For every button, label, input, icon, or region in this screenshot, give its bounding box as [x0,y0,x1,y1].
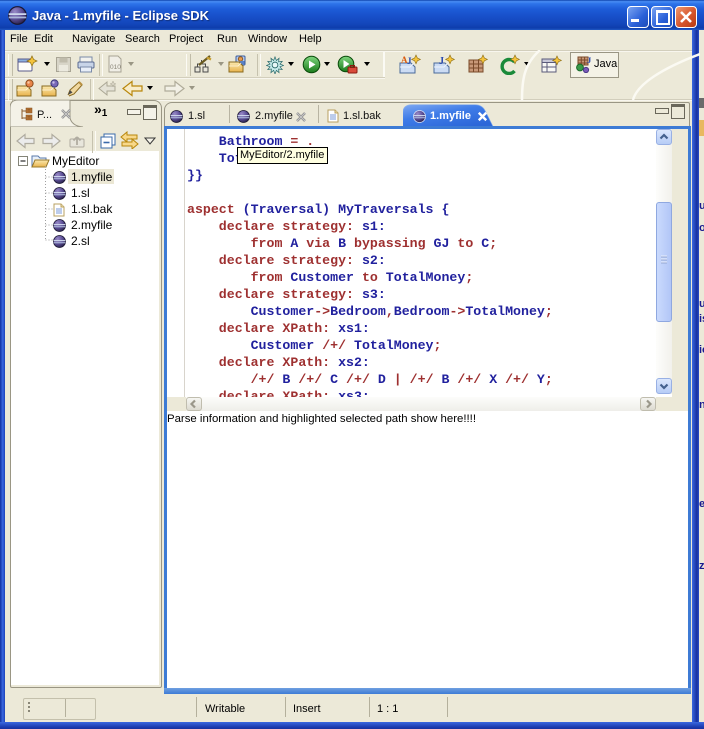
svg-text:J: J [587,55,592,65]
svg-text:010: 010 [110,64,121,71]
svg-text:J: J [407,56,412,66]
svg-text:J: J [439,56,444,67]
